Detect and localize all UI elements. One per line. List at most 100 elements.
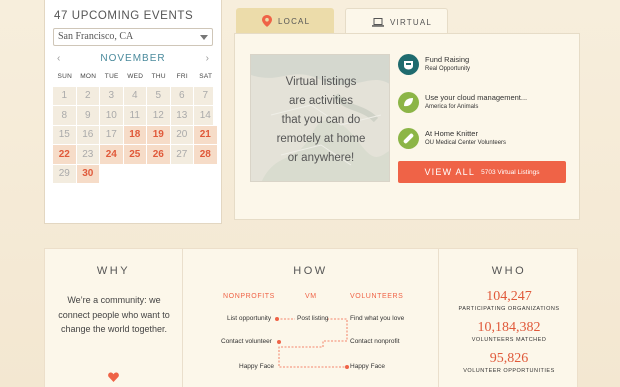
map-text-line: that you can do [281, 114, 361, 126]
calendar-day-event[interactable]: 26 [147, 145, 171, 165]
calendar-day[interactable]: 8 [53, 106, 77, 126]
how-step-find-what-you-love: Find what you love [350, 315, 405, 322]
flow-dot [345, 365, 349, 369]
calendar-day [123, 164, 147, 184]
laptop-icon [372, 17, 384, 27]
calendar-day-event[interactable]: 28 [194, 145, 218, 165]
events-calendar-panel: 47 UPCOMING EVENTS San Francisco, CA ‹ N… [44, 0, 222, 224]
listing-title[interactable]: At Home Knitter [425, 129, 478, 138]
calendar-day[interactable]: 15 [53, 125, 77, 145]
chevron-down-icon [200, 35, 208, 40]
calendar-month: NOVEMBER [100, 52, 166, 64]
calendar-day[interactable]: 27 [170, 145, 194, 165]
calendar-day [100, 164, 124, 184]
listing-item[interactable]: At Home Knitter OU Medical Center Volunt… [398, 127, 568, 151]
weekday-label: FRI [170, 67, 194, 87]
calendar-day[interactable]: 17 [100, 125, 124, 145]
calendar-day[interactable]: 1 [53, 86, 77, 106]
stat-value: 104,247 [486, 289, 532, 304]
calendar-day[interactable]: 4 [123, 86, 147, 106]
leaf-icon [398, 92, 419, 113]
virtual-listings-description: Virtual listings are activities that you c… [251, 73, 389, 168]
calendar-day-event[interactable]: 18 [123, 125, 147, 145]
who-column: WHO 104,247 PARTICIPATING ORGANIZATIONS … [439, 249, 579, 387]
tab-local-label: LOCAL [278, 16, 311, 26]
calendar-day[interactable]: 20 [170, 125, 194, 145]
calendar-day[interactable]: 10 [100, 106, 124, 126]
stat-label: PARTICIPATING ORGANIZATIONS [458, 306, 560, 312]
calendar-day-event[interactable]: 21 [194, 125, 218, 145]
weekday-label: WED [123, 67, 147, 87]
how-step-post-listing: Post listing [297, 315, 329, 322]
calendar-day [147, 164, 171, 184]
calendar-day[interactable]: 9 [76, 106, 100, 126]
weekday-label: TUE [100, 67, 124, 87]
weekday-label: SUN [53, 67, 77, 87]
calendar-day-event[interactable]: 25 [123, 145, 147, 165]
how-step-happy-face-volunteer: Happy Face [350, 363, 386, 370]
flow-dot [275, 317, 279, 321]
map-image: Virtual listings are activities that you c… [250, 54, 390, 182]
weekday-label: MON [76, 67, 100, 87]
piggy-bank-icon [398, 54, 419, 75]
calendar-grid: SUN MON TUE WED THU FRI SAT 1 2 3 4 5 6 7 8 9 10 11 12 13 14… [53, 67, 218, 184]
upcoming-events-title: 47 UPCOMING EVENTS [54, 10, 194, 22]
calendar-day-event[interactable]: 19 [147, 125, 171, 145]
tab-virtual-label: VIRTUAL [390, 17, 433, 27]
city-select[interactable]: San Francisco, CA [53, 28, 213, 46]
listing-org: OU Medical Center Volunteers [425, 140, 507, 146]
map-text-line: or anywhere! [287, 152, 355, 164]
view-all-virtual-button[interactable]: VIEW ALL 5703 Virtual Listings [398, 161, 566, 183]
tab-virtual[interactable]: VIRTUAL [345, 8, 448, 35]
how-step-happy-face-nonprofit: Happy Face [239, 363, 275, 370]
calendar-day[interactable]: 7 [194, 86, 218, 106]
bandage-icon [398, 128, 419, 149]
calendar-day[interactable]: 23 [76, 145, 100, 165]
flow-dot [277, 340, 281, 344]
stat-value: 10,184,382 [477, 320, 541, 335]
listing-item[interactable]: Use your cloud management... America for… [398, 91, 568, 115]
listing-item[interactable]: Fund Raising Real Opportunity [398, 53, 568, 77]
calendar-day[interactable]: 5 [147, 86, 171, 106]
calendar-day[interactable]: 2 [76, 86, 100, 106]
calendar-day[interactable]: 11 [123, 106, 147, 126]
weekday-label: SAT [194, 67, 218, 87]
calendar-header: ‹ NOVEMBER › [53, 51, 213, 65]
calendar-day[interactable]: 13 [170, 106, 194, 126]
calendar-day-event[interactable]: 22 [53, 145, 77, 165]
calendar-day-event[interactable]: 24 [100, 145, 124, 165]
calendar-day [194, 164, 218, 184]
map-text-line: are activities [289, 95, 353, 107]
calendar-day[interactable]: 3 [100, 86, 124, 106]
stat-value: 95,826 [489, 351, 529, 366]
virtual-listings-panel: Virtual listings are activities that you c… [234, 33, 580, 220]
calendar-day[interactable]: 6 [170, 86, 194, 106]
listing-title[interactable]: Use your cloud management... [425, 93, 527, 102]
heart-icon [108, 369, 119, 382]
why-title: WHY [96, 265, 131, 277]
stat-label: VOLUNTEER OPPORTUNITIES [463, 368, 555, 374]
weekday-label: THU [147, 67, 171, 87]
map-pin-icon [262, 15, 272, 27]
why-column: WHY We’re a community: we connect people… [45, 249, 183, 387]
calendar-day[interactable]: 29 [53, 164, 77, 184]
calendar-day [170, 164, 194, 184]
calendar-day[interactable]: 12 [147, 106, 171, 126]
map-text-line: remotely at home [276, 133, 366, 145]
calendar-day[interactable]: 16 [76, 125, 100, 145]
tab-local[interactable]: LOCAL [236, 8, 334, 34]
listing-org: Real Opportunity [425, 66, 471, 72]
calendar-day-event[interactable]: 30 [76, 164, 100, 184]
map-text-line: Virtual listings [285, 76, 357, 88]
listing-title[interactable]: Fund Raising [425, 55, 469, 64]
calendar-day[interactable]: 14 [194, 106, 218, 126]
prev-month-button[interactable]: ‹ [57, 53, 60, 64]
view-all-count: 5703 Virtual Listings [481, 168, 540, 176]
stat-label: VOLUNTEERS MATCHED [471, 337, 547, 343]
listing-org: America for Animals [425, 104, 479, 110]
next-month-button[interactable]: › [206, 53, 209, 64]
view-all-label: VIEW ALL [424, 167, 476, 177]
how-step-list-opportunity: List opportunity [227, 315, 272, 322]
how-step-contact-nonprofit: Contact nonprofit [350, 338, 400, 345]
city-select-value: San Francisco, CA [58, 31, 134, 42]
